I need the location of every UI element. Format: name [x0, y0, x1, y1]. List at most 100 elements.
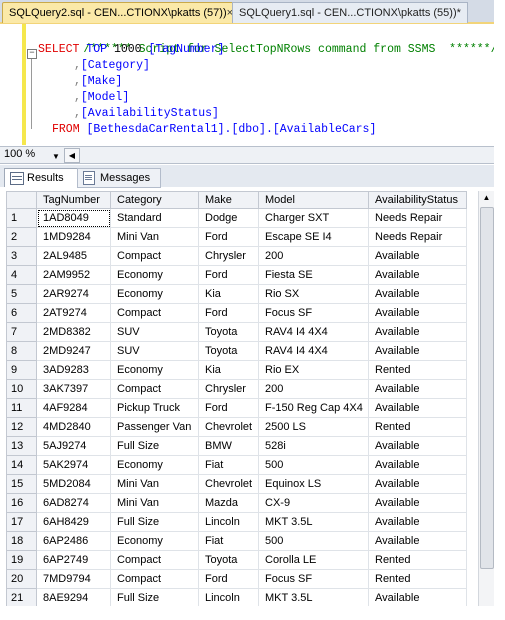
category-cell[interactable]: Economy — [110, 455, 199, 475]
make-cell[interactable]: Ford — [198, 227, 259, 247]
tagnumber-cell[interactable]: 2AL9485 — [36, 246, 111, 266]
status-cell[interactable]: Rented — [368, 417, 467, 437]
model-cell[interactable]: 200 — [258, 379, 369, 399]
status-cell[interactable]: Available — [368, 322, 467, 342]
collapse-icon[interactable]: − — [27, 49, 37, 59]
model-cell[interactable]: 2500 LS — [258, 417, 369, 437]
table-row[interactable]: 17 6AH8429 Full Size Lincoln MKT 3.5L Availab… — [6, 512, 467, 532]
make-cell[interactable]: Mazda — [198, 493, 259, 513]
scroll-left-icon[interactable]: ◀ — [64, 148, 80, 163]
model-cell[interactable]: RAV4 I4 4X4 — [258, 322, 369, 342]
status-cell[interactable]: Available — [368, 436, 467, 456]
category-cell[interactable]: Compact — [110, 303, 199, 323]
tagnumber-cell[interactable]: 5AK2974 — [36, 455, 111, 475]
model-cell[interactable]: Charger SXT — [258, 208, 369, 228]
tab-sqlquery1[interactable]: SQLQuery1.sql - CEN...CTIONX\pkatts (55)… — [232, 2, 468, 23]
model-cell[interactable]: Focus SF — [258, 569, 369, 589]
make-cell[interactable]: Kia — [198, 360, 259, 380]
tagnumber-cell[interactable]: 6AD8274 — [36, 493, 111, 513]
table-row[interactable]: 5 2AR9274 Economy Kia Rio SX Available — [6, 284, 467, 304]
status-cell[interactable]: Available — [368, 341, 467, 361]
make-cell[interactable]: Lincoln — [198, 588, 259, 606]
model-cell[interactable]: Fiesta SE — [258, 265, 369, 285]
category-cell[interactable]: Standard — [110, 208, 199, 228]
status-cell[interactable]: Rented — [368, 569, 467, 589]
table-row[interactable]: 20 7MD9794 Compact Ford Focus SF Rented — [6, 569, 467, 589]
row-number[interactable]: 13 — [6, 436, 37, 456]
row-number[interactable]: 17 — [6, 512, 37, 532]
tagnumber-cell[interactable]: 7MD9794 — [36, 569, 111, 589]
model-cell[interactable]: MKT 3.5L — [258, 512, 369, 532]
make-cell[interactable]: Lincoln — [198, 512, 259, 532]
category-cell[interactable]: Full Size — [110, 588, 199, 606]
tagnumber-cell[interactable]: 2MD8382 — [36, 322, 111, 342]
row-number[interactable]: 8 — [6, 341, 37, 361]
table-row[interactable]: 6 2AT9274 Compact Ford Focus SF Available — [6, 303, 467, 323]
table-row[interactable]: 15 5MD2084 Mini Van Chevrolet Equinox LS Avai… — [6, 474, 467, 494]
row-number[interactable]: 5 — [6, 284, 37, 304]
make-cell[interactable]: BMW — [198, 436, 259, 456]
category-cell[interactable]: SUV — [110, 322, 199, 342]
status-cell[interactable]: Available — [368, 531, 467, 551]
make-cell[interactable]: Chevrolet — [198, 474, 259, 494]
category-cell[interactable]: Full Size — [110, 512, 199, 532]
make-cell[interactable]: Toyota — [198, 550, 259, 570]
model-cell[interactable]: Equinox LS — [258, 474, 369, 494]
tagnumber-cell[interactable]: 5AJ9274 — [36, 436, 111, 456]
make-cell[interactable]: Toyota — [198, 322, 259, 342]
table-row[interactable]: 19 6AP2749 Compact Toyota Corolla LE Rented — [6, 550, 467, 570]
model-cell[interactable]: Focus SF — [258, 303, 369, 323]
category-cell[interactable]: Economy — [110, 360, 199, 380]
row-number[interactable]: 6 — [6, 303, 37, 323]
status-cell[interactable]: Rented — [368, 550, 467, 570]
table-row[interactable]: 12 4MD2840 Passenger Van Chevrolet 2500 LS Re… — [6, 417, 467, 437]
status-cell[interactable]: Needs Repair — [368, 208, 467, 228]
status-cell[interactable]: Available — [368, 265, 467, 285]
table-row[interactable]: 4 2AM9952 Economy Ford Fiesta SE Available — [6, 265, 467, 285]
row-number[interactable]: 16 — [6, 493, 37, 513]
status-cell[interactable]: Available — [368, 493, 467, 513]
model-cell[interactable]: Corolla LE — [258, 550, 369, 570]
row-number[interactable]: 11 — [6, 398, 37, 418]
model-cell[interactable]: Rio SX — [258, 284, 369, 304]
table-row[interactable]: 9 3AD9283 Economy Kia Rio EX Rented — [6, 360, 467, 380]
category-cell[interactable]: Pickup Truck — [110, 398, 199, 418]
tagnumber-cell[interactable]: 3AD9283 — [36, 360, 111, 380]
tagnumber-cell[interactable]: 8AE9294 — [36, 588, 111, 606]
table-row[interactable]: 1 1AD8049 Standard Dodge Charger SXT Needs Re… — [6, 208, 467, 228]
model-cell[interactable]: 500 — [258, 455, 369, 475]
zoom-select[interactable]: 100 % ▼ — [4, 148, 60, 161]
results-grid[interactable]: TagNumber Category Make Model Availabili… — [6, 191, 472, 606]
row-number[interactable]: 1 — [6, 208, 37, 228]
query-editor[interactable]: − /****** Script for SelectTopNRows comm… — [0, 24, 494, 145]
model-cell[interactable]: 528i — [258, 436, 369, 456]
make-cell[interactable]: Toyota — [198, 341, 259, 361]
table-row[interactable]: 13 5AJ9274 Full Size BMW 528i Available — [6, 436, 467, 456]
row-number[interactable]: 4 — [6, 265, 37, 285]
model-cell[interactable]: CX-9 — [258, 493, 369, 513]
make-cell[interactable]: Dodge — [198, 208, 259, 228]
tagnumber-cell[interactable]: 1AD8049 — [36, 208, 111, 228]
category-cell[interactable]: SUV — [110, 341, 199, 361]
row-number[interactable]: 12 — [6, 417, 37, 437]
model-cell[interactable]: Escape SE I4 — [258, 227, 369, 247]
row-number[interactable]: 9 — [6, 360, 37, 380]
status-cell[interactable]: Needs Repair — [368, 227, 467, 247]
make-cell[interactable]: Ford — [198, 398, 259, 418]
category-cell[interactable]: Economy — [110, 531, 199, 551]
table-row[interactable]: 10 3AK7397 Compact Chrysler 200 Available — [6, 379, 467, 399]
status-cell[interactable]: Available — [368, 379, 467, 399]
make-cell[interactable]: Chrysler — [198, 246, 259, 266]
status-cell[interactable]: Available — [368, 588, 467, 606]
category-cell[interactable]: Economy — [110, 265, 199, 285]
model-cell[interactable]: 200 — [258, 246, 369, 266]
table-row[interactable]: 7 2MD8382 SUV Toyota RAV4 I4 4X4 Available — [6, 322, 467, 342]
category-cell[interactable]: Economy — [110, 284, 199, 304]
status-cell[interactable]: Available — [368, 455, 467, 475]
make-cell[interactable]: Kia — [198, 284, 259, 304]
table-row[interactable]: 2 1MD9284 Mini Van Ford Escape SE I4 Needs Re… — [6, 227, 467, 247]
model-cell[interactable]: F-150 Reg Cap 4X4 — [258, 398, 369, 418]
make-cell[interactable]: Fiat — [198, 531, 259, 551]
model-cell[interactable]: RAV4 I4 4X4 — [258, 341, 369, 361]
model-cell[interactable]: Rio EX — [258, 360, 369, 380]
